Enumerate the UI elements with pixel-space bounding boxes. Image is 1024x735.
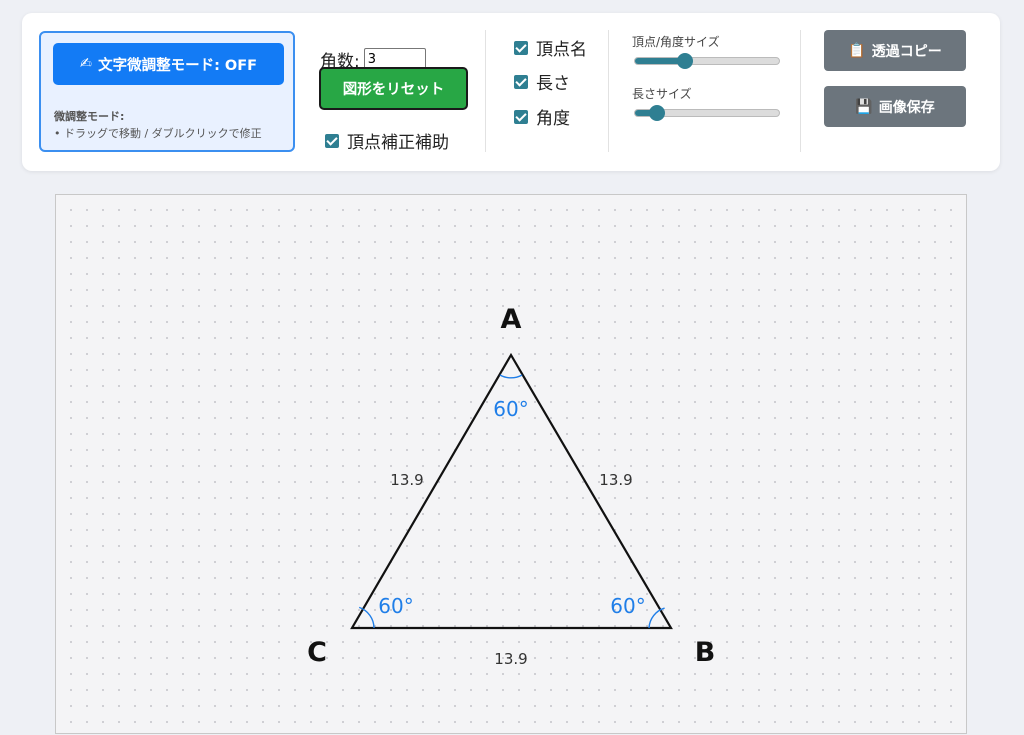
clipboard-icon: 📋	[848, 42, 866, 59]
floppy-disk-icon: 💾	[855, 98, 873, 115]
angle-arc-a	[499, 374, 523, 379]
writing-hand-icon: ✍	[79, 56, 93, 72]
fine-tune-mode-label: 文字微調整モード: OFF	[98, 57, 258, 74]
fine-tune-mode-info-title: 微調整モード:	[54, 110, 125, 123]
triangle-figure: A B C 60° 60° 60° 13.9 13.9 13.9	[307, 304, 716, 668]
vertex-label-a[interactable]: A	[501, 304, 522, 335]
show-angles-checkbox[interactable]	[514, 109, 528, 124]
vertex-label-b[interactable]: B	[695, 637, 716, 668]
show-lengths-toggle[interactable]: 長さ	[514, 69, 570, 94]
show-angles-label: 角度	[536, 109, 570, 129]
show-vertex-names-checkbox[interactable]	[514, 40, 528, 55]
vertex-angle-size-slider[interactable]	[634, 53, 780, 69]
show-lengths-checkbox[interactable]	[514, 74, 528, 89]
divider	[608, 30, 609, 152]
show-vertex-names-label: 頂点名	[536, 40, 587, 60]
show-angles-toggle[interactable]: 角度	[514, 104, 570, 129]
toolbar: ✍ 文字微調整モード: OFF 微調整モード: • ドラッグで移動 / ダブルク…	[22, 13, 1000, 171]
fine-tune-mode-toggle-button[interactable]: ✍ 文字微調整モード: OFF	[53, 43, 284, 85]
fine-tune-mode-panel: ✍ 文字微調整モード: OFF 微調整モード: • ドラッグで移動 / ダブルク…	[39, 31, 295, 152]
show-vertex-names-toggle[interactable]: 頂点名	[514, 35, 587, 60]
divider	[485, 30, 486, 152]
vertex-label-c[interactable]: C	[307, 637, 327, 668]
triangle-shape[interactable]	[350, 352, 673, 630]
save-image-button[interactable]: 💾 画像保存	[824, 86, 966, 127]
transparent-copy-label: 透過コピー	[871, 43, 942, 60]
vertex-assist-toggle[interactable]: 頂点補正補助	[325, 128, 449, 153]
fine-tune-mode-info-desc: • ドラッグで移動 / ダブルクリックで修正	[54, 127, 262, 140]
vertex-assist-label: 頂点補正補助	[347, 133, 449, 153]
drawing-canvas[interactable]: A B C 60° 60° 60° 13.9 13.9 13.9	[55, 194, 967, 734]
vertex-assist-checkbox[interactable]	[325, 133, 339, 148]
divider	[800, 30, 801, 152]
length-size-label: 長さサイズ	[632, 87, 692, 101]
slider-thumb[interactable]	[648, 105, 665, 121]
length-size-slider[interactable]	[634, 105, 780, 121]
show-lengths-label: 長さ	[536, 74, 570, 94]
angle-label-b[interactable]: 60°	[610, 594, 645, 618]
side-length-ab[interactable]: 13.9	[599, 471, 632, 489]
save-image-label: 画像保存	[878, 99, 935, 116]
reset-shape-button[interactable]: 図形をリセット	[319, 67, 468, 110]
slider-thumb[interactable]	[677, 53, 694, 69]
transparent-copy-button[interactable]: 📋 透過コピー	[824, 30, 966, 71]
vertex-angle-size-label: 頂点/角度サイズ	[632, 35, 720, 49]
side-length-ac[interactable]: 13.9	[390, 471, 423, 489]
angle-label-a[interactable]: 60°	[493, 397, 528, 421]
angle-label-c[interactable]: 60°	[378, 594, 413, 618]
side-length-cb[interactable]: 13.9	[494, 650, 527, 668]
